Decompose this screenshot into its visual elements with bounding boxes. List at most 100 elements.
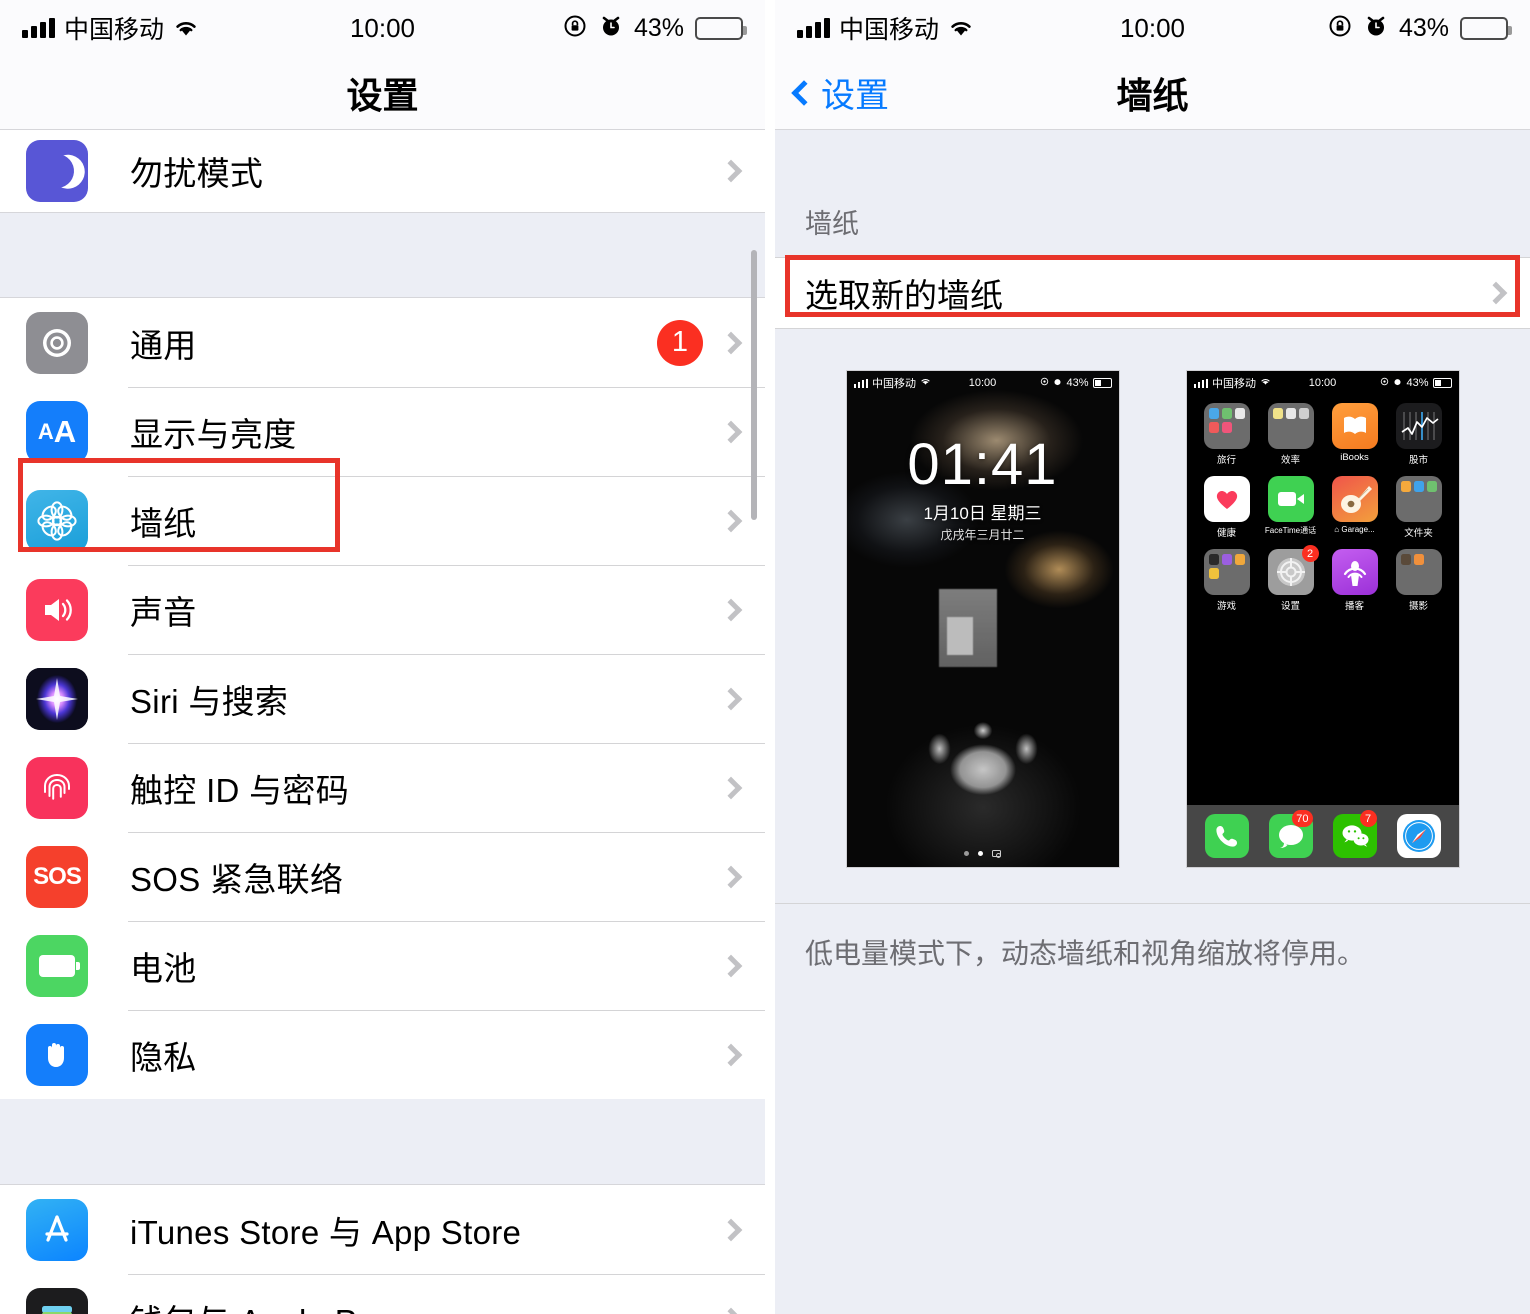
- sidebar-item-touch-id-passcode[interactable]: 触控 ID 与密码: [0, 743, 765, 832]
- health-icon: [1203, 476, 1250, 522]
- app-label: 游戏: [1216, 601, 1236, 612]
- rotation-lock-icon: [1380, 377, 1389, 389]
- touch-id-icon: [26, 756, 88, 819]
- home-screen-dock: 70 7: [1186, 805, 1459, 867]
- back-button[interactable]: 设置: [775, 68, 889, 117]
- sidebar-item-display-brightness[interactable]: AA 显示与亮度: [0, 387, 765, 476]
- app-label: FaceTime通话: [1264, 526, 1317, 535]
- home-screen-app-grid: 旅行 效率 iBooks 股市 健康 FaceTime通话 ⌂ Garage..…: [1187, 397, 1459, 612]
- app-folder-games[interactable]: 游戏: [1195, 549, 1259, 612]
- battery-icon: [695, 16, 747, 40]
- battery-icon: [1460, 16, 1512, 40]
- app-folder-files[interactable]: 文件夹: [1387, 476, 1451, 539]
- lock-screen-page-indicator: [847, 850, 1119, 858]
- dock-app-wechat[interactable]: 7: [1332, 810, 1377, 858]
- text-size-icon: AA: [26, 400, 88, 463]
- chevron-right-icon: [719, 776, 743, 799]
- row-accessory: [719, 1307, 765, 1314]
- lock-screen-date: 1月10日 星期三: [923, 504, 1042, 523]
- row-label: Siri 与搜索: [130, 682, 289, 720]
- row-label: iTunes Store 与 App Store: [130, 1213, 522, 1251]
- cat-photo-subject: [907, 689, 1058, 819]
- choose-new-wallpaper-label: 选取新的墙纸: [805, 277, 1003, 314]
- left-phone-settings-screen: 中国移动 10:00 43% 设置 勿扰模式 通用 1 A A 显示与亮度 墙纸…: [0, 0, 765, 1314]
- folder-mini-icons: [1204, 549, 1250, 595]
- app-folder-photography[interactable]: 摄影: [1387, 549, 1451, 612]
- panel-gap: [765, 0, 775, 1314]
- row-accessory: [719, 420, 765, 443]
- wallpaper-previews: 中国移动 10:00 43% 01:41 1月10日 星期三 戊戌年三月廿二 中…: [775, 329, 1530, 897]
- app-badge: 2: [1301, 545, 1319, 562]
- status-bar-right-cluster: 43%: [1327, 13, 1512, 44]
- preview-status-bar: 中国移动 10:00 43%: [847, 371, 1119, 395]
- gear-icon: [26, 311, 88, 374]
- sidebar-item-wallpaper[interactable]: 墙纸: [0, 476, 765, 565]
- rotation-lock-icon: [1040, 377, 1049, 389]
- dock-app-messages[interactable]: 70: [1268, 810, 1313, 858]
- app-podcasts[interactable]: 播客: [1323, 549, 1387, 612]
- sidebar-item-privacy[interactable]: 隐私: [0, 1010, 765, 1099]
- page-dot: [964, 851, 969, 856]
- app-label: 效率: [1280, 455, 1300, 466]
- app-folder-travel[interactable]: 旅行: [1195, 403, 1259, 466]
- app-folder-productivity[interactable]: 效率: [1259, 403, 1323, 466]
- chevron-left-icon: [791, 79, 817, 106]
- sidebar-item-sounds[interactable]: 声音: [0, 565, 765, 654]
- sidebar-item-wallet-apple-pay[interactable]: 钱包与 Apple Pay: [0, 1274, 765, 1314]
- scrollbar-thumb[interactable]: [751, 250, 757, 520]
- back-button-label: 设置: [821, 77, 889, 115]
- facetime-icon: [1267, 476, 1314, 522]
- app-settings[interactable]: 2 设置: [1259, 545, 1323, 612]
- choose-new-wallpaper-cell[interactable]: 选取新的墙纸: [775, 257, 1530, 329]
- row-label: 墙纸: [130, 504, 197, 542]
- right-phone-wallpaper-screen: 中国移动 10:00 43% 设置 墙纸 墙纸 选取新的墙纸 中国移动 10:0…: [775, 0, 1530, 1314]
- row-accessory: [719, 598, 765, 621]
- alarm-clock-icon: [1364, 14, 1388, 43]
- sidebar-item-battery[interactable]: 电池: [0, 921, 765, 1010]
- row-accessory: [719, 865, 765, 888]
- wallet-icon: [26, 1287, 88, 1314]
- status-bar-right: 中国移动 10:00 43%: [775, 0, 1530, 56]
- dock-app-safari[interactable]: [1396, 814, 1441, 858]
- settings-scroll-area[interactable]: 勿扰模式 通用 1 AA 显示与亮度 墙纸 声音 Siri 与搜索 触控 ID …: [0, 130, 765, 1314]
- app-label: 股市: [1408, 455, 1428, 466]
- app-label: 旅行: [1216, 455, 1236, 466]
- app-label: 健康: [1216, 528, 1236, 539]
- row-accessory: [719, 776, 765, 799]
- row-accessory: [1484, 281, 1508, 305]
- chevron-right-icon: [719, 331, 743, 354]
- sound-icon: [26, 578, 88, 641]
- sidebar-item-siri-search[interactable]: Siri 与搜索: [0, 654, 765, 743]
- sidebar-item-do-not-disturb[interactable]: 勿扰模式: [0, 130, 765, 212]
- chevron-right-icon: [719, 159, 743, 183]
- app-label: ⌂ Garage...: [1334, 525, 1375, 534]
- chevron-right-icon: [719, 1043, 743, 1066]
- section-header-wallpaper: 墙纸: [805, 209, 859, 239]
- app-stocks[interactable]: 股市: [1387, 403, 1451, 466]
- group-separator-1: [0, 212, 765, 298]
- sos-icon: SOS: [26, 845, 88, 908]
- sidebar-item-general[interactable]: 通用 1: [0, 298, 765, 387]
- app-garageband[interactable]: ⌂ Garage...: [1323, 476, 1387, 539]
- folder-mini-icons: [1396, 549, 1442, 595]
- sidebar-item-sos[interactable]: SOS SOS 紧急联络: [0, 832, 765, 921]
- row-label: 隐私: [130, 1038, 197, 1076]
- top-spacer: [775, 130, 1530, 202]
- page-dot-active: [978, 851, 983, 856]
- row-label: 勿扰模式: [130, 155, 264, 192]
- app-ibooks[interactable]: iBooks: [1323, 403, 1387, 466]
- app-facetime[interactable]: FaceTime通话: [1259, 476, 1323, 539]
- folder-icon: [1203, 549, 1250, 595]
- status-bar-left: 中国移动 10:00 43%: [0, 0, 765, 56]
- row-label: 钱包与 Apple Pay: [130, 1295, 393, 1314]
- row-label: 声音: [130, 593, 197, 631]
- battery-app-icon: [26, 934, 88, 997]
- home-screen-preview[interactable]: 中国移动 10:00 43% 旅行 效率 iBooks 股市 健康 FaceTi…: [1186, 371, 1459, 867]
- app-health[interactable]: 健康: [1195, 476, 1259, 539]
- lock-screen-preview[interactable]: 中国移动 10:00 43% 01:41 1月10日 星期三 戊戌年三月廿二: [846, 371, 1119, 867]
- dock-app-phone[interactable]: [1204, 814, 1249, 858]
- app-label: iBooks: [1340, 452, 1369, 463]
- app-badge: 70: [1292, 810, 1313, 827]
- row-accessory: [719, 954, 765, 977]
- sidebar-item-itunes-app-store[interactable]: iTunes Store 与 App Store: [0, 1185, 765, 1274]
